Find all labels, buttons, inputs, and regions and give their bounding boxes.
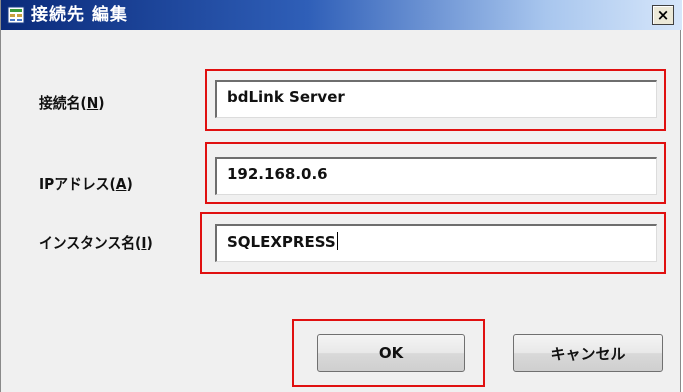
cancel-button-label: キャンセル — [550, 344, 626, 363]
highlight-box-connection-name — [205, 69, 666, 131]
ip-address-label: IPアドレス(A) — [39, 175, 133, 193]
close-button[interactable]: × — [652, 5, 674, 25]
close-icon: × — [656, 6, 670, 24]
database-grid-icon — [7, 6, 25, 24]
instance-name-label: インスタンス名(I) — [39, 234, 153, 252]
title-bar[interactable]: 接続先 編集 × — [1, 0, 682, 30]
dialog-title: 接続先 編集 — [31, 5, 128, 25]
edit-connection-dialog: 接続先 編集 × 接続名(N) bdLink Server IPアドレス(A) … — [0, 0, 682, 392]
highlight-box-instance-name — [200, 212, 666, 274]
connection-name-label: 接続名(N) — [39, 94, 105, 112]
highlight-box-ip-address — [205, 142, 666, 204]
highlight-box-ok — [292, 319, 485, 387]
cancel-button[interactable]: キャンセル — [513, 334, 663, 372]
